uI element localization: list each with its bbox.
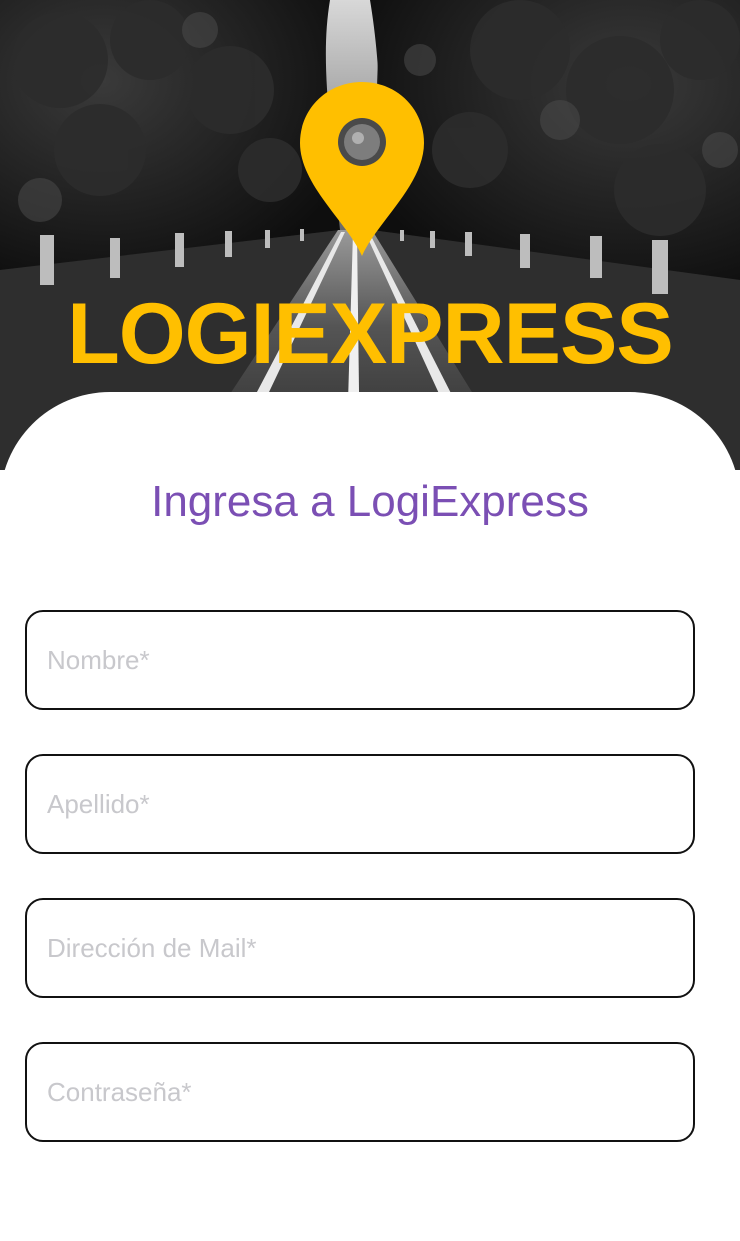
login-screen: LOGIEXPRESS Ingresa a LogiExpress	[0, 0, 740, 1241]
login-title: Ingresa a LogiExpress	[151, 477, 589, 526]
apellido-field[interactable]	[25, 754, 695, 854]
email-field[interactable]	[25, 898, 695, 998]
map-pin-icon	[300, 82, 424, 256]
nombre-field[interactable]	[25, 610, 695, 710]
brand-logo-text: LOGIEXPRESS	[67, 286, 674, 382]
password-field[interactable]	[25, 1042, 695, 1142]
